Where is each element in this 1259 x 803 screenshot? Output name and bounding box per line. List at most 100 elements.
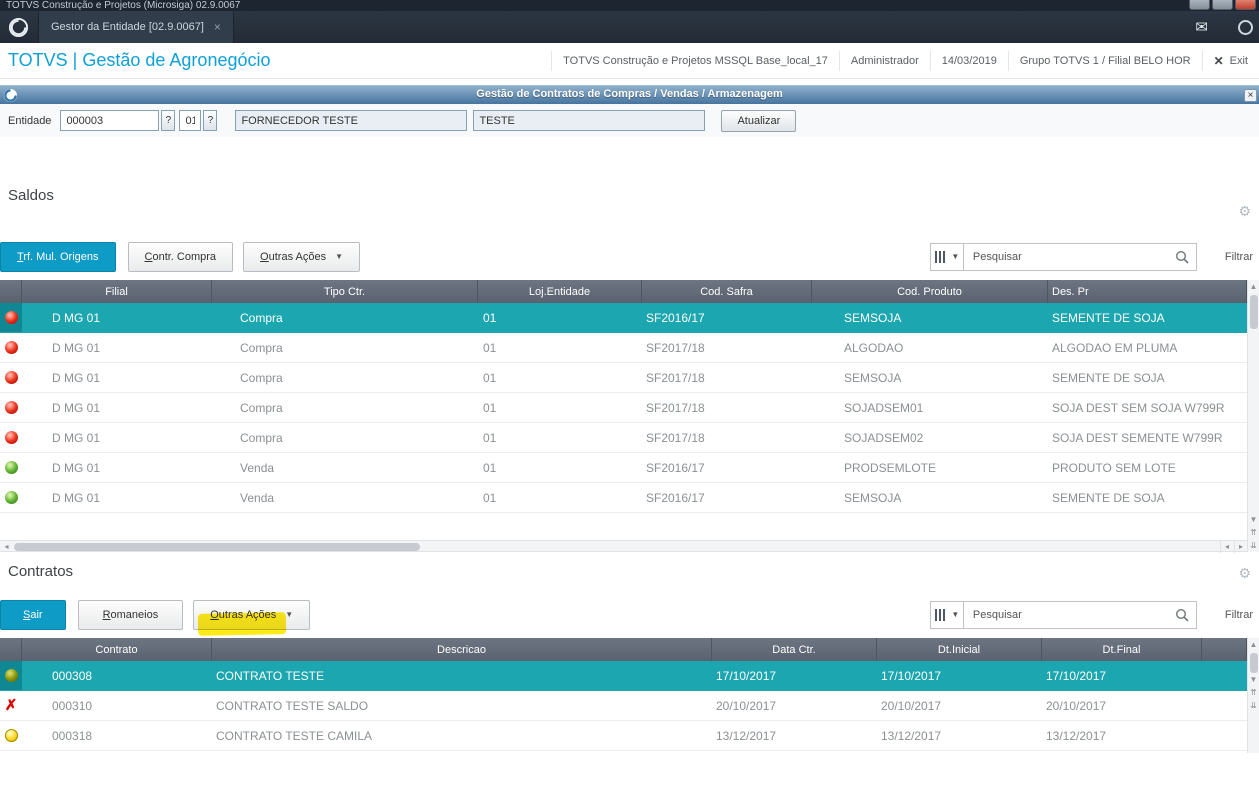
status-cell (0, 691, 22, 720)
romaneios-button[interactable]: Romaneios (77, 599, 184, 630)
saldos-row[interactable]: D MG 01 Compra 01 SF2017/18 ALGODAO ALGO… (0, 333, 1247, 363)
sair-label: Sair (23, 608, 43, 621)
columns-icon (939, 250, 942, 263)
saldos-row[interactable]: D MG 01 Venda 01 SF2016/17 SEMSOJA SEMEN… (0, 483, 1247, 513)
saldos-columns-picker-button[interactable]: ▼ (929, 242, 964, 271)
saldos-row[interactable]: D MG 01 Compra 01 SF2017/18 SOJADSEM01 S… (0, 393, 1247, 423)
window-titlebar: TOTVS Construção e Projetos (Microsiga) … (0, 0, 1259, 11)
header-cod-produto[interactable]: Cod. Produto (812, 280, 1048, 303)
app-header: TOTVS | Gestão de Agronegócio TOTVS Cons… (0, 43, 1259, 79)
contratos-filter-link[interactable]: Filtrar (1225, 609, 1253, 621)
sair-button[interactable]: Sair (0, 599, 66, 630)
tab-gestor-da-entidade[interactable]: Gestor da Entidade [02.9.0067] × (38, 11, 234, 43)
entity-code-input[interactable] (60, 110, 160, 131)
scroll-up-icon[interactable]: ▲ (1248, 638, 1259, 651)
contr-compra-button[interactable]: Contr. Compra (127, 241, 234, 272)
contratos-vertical-scrollbar[interactable]: ▲ ▼ ⇈ ⇊ (1247, 638, 1259, 753)
header-loj-entidade[interactable]: Loj.Entidade (478, 280, 642, 303)
profile-icon[interactable] (1238, 19, 1253, 35)
saldos-outras-acoes-button[interactable]: Outras Ações ▼ (243, 241, 361, 272)
header-descricao[interactable]: Descricao (212, 638, 712, 661)
cell-safra: SF2016/17 (646, 310, 705, 325)
scrollbar-thumb[interactable] (1249, 295, 1258, 329)
refresh-button[interactable]: Atualizar (721, 109, 797, 132)
saldos-settings-gear-icon[interactable]: ⚙ (1238, 203, 1251, 220)
header-data-ctr[interactable]: Data Ctr. (712, 638, 877, 661)
cell-loja: 01 (483, 460, 497, 475)
saldos-row[interactable]: D MG 01 Compra 01 SF2016/17 SEMSOJA SEME… (0, 303, 1247, 333)
saldos-row[interactable]: D MG 01 Venda 01 SF2016/17 PRODSEMLOTE P… (0, 453, 1247, 483)
maximize-button[interactable] (1212, 0, 1233, 10)
header-dt-inicial[interactable]: Dt.Inicial (877, 638, 1042, 661)
contratos-search-input[interactable] (962, 600, 1197, 629)
dialog-title: Gestão de Contratos de Compras / Vendas … (476, 88, 783, 100)
search-icon[interactable] (1175, 250, 1189, 264)
contratos-columns-picker-button[interactable]: ▼ (929, 600, 964, 629)
saldos-vertical-scrollbar[interactable]: ▲ ▼ ⇈ ⇊ (1247, 280, 1259, 552)
cell-filler (1202, 721, 1247, 750)
header-contrato[interactable]: Contrato (22, 638, 212, 661)
scroll-down-icon[interactable]: ▼ (1248, 673, 1259, 686)
scroll-left-icon[interactable]: ◂ (0, 541, 13, 553)
status-cell (0, 423, 22, 452)
cell-filial: D MG 01 (52, 310, 101, 325)
chevron-down-icon: ▼ (951, 610, 960, 619)
scrollbar-thumb[interactable] (14, 543, 420, 551)
scroll-pageup-icon[interactable]: ⇈ (1248, 526, 1259, 539)
saldos-filter-link[interactable]: Filtrar (1225, 251, 1253, 263)
status-ball-icon (4, 729, 18, 742)
scrollbar-thumb[interactable] (1249, 653, 1258, 673)
exit-button[interactable]: ✕ Exit (1201, 50, 1259, 71)
header-dt-final[interactable]: Dt.Final (1042, 638, 1202, 661)
columns-icon (935, 608, 938, 621)
tab-bar: Gestor da Entidade [02.9.0067] × ✉ (0, 11, 1259, 43)
minimize-button[interactable] (1189, 0, 1210, 10)
header-filler (1202, 638, 1247, 661)
user-info: Administrador (838, 50, 930, 71)
cell-produto: SEMSOJA (844, 310, 902, 325)
header-tipo-ctr[interactable]: Tipo Ctr. (212, 280, 478, 303)
saldos-search-input[interactable] (962, 242, 1197, 271)
close-button[interactable] (1235, 0, 1256, 10)
trf-mul-origens-button[interactable]: Trf. Mul. Origens (0, 241, 116, 272)
cell-loja: 01 (483, 340, 497, 355)
status-cell (0, 303, 22, 332)
dialog-close-icon[interactable]: × (1244, 89, 1257, 102)
scroll-pageup-icon[interactable]: ⇈ (1248, 686, 1259, 699)
saldos-row[interactable]: D MG 01 Compra 01 SF2017/18 SOJADSEM02 S… (0, 423, 1247, 453)
scroll-down-icon[interactable]: ▼ (1248, 513, 1259, 526)
contratos-outras-acoes-button[interactable]: Outras Ações ▼ (193, 599, 311, 636)
status-ball-icon (4, 311, 18, 324)
cell-filial: D MG 01 (52, 370, 101, 385)
store-lookup-button[interactable]: ? (203, 110, 218, 131)
tab-close-icon[interactable]: × (214, 20, 221, 34)
contratos-row[interactable]: 000308 CONTRATO TESTE 17/10/2017 17/10/2… (0, 661, 1247, 691)
header-des-produto[interactable]: Des. Pr (1048, 280, 1247, 303)
header-cod-safra[interactable]: Cod. Safra (642, 280, 812, 303)
scroll-up-icon[interactable]: ▲ (1248, 280, 1259, 293)
scroll-pagedown-icon[interactable]: ⇊ (1248, 539, 1259, 552)
contratos-row[interactable]: 000310 CONTRATO TESTE SALDO 20/10/2017 2… (0, 691, 1247, 721)
header-status (0, 638, 22, 661)
status-ball-icon (4, 401, 18, 414)
scroll-pagedown-icon[interactable]: ⇊ (1248, 699, 1259, 712)
saldos-horizontal-scrollbar[interactable]: ◂ ◂ ▸ (0, 540, 1247, 553)
status-x-icon (4, 699, 19, 712)
cell-dt-final: 20/10/2017 (1046, 698, 1107, 713)
mail-icon[interactable]: ✉ (1195, 18, 1208, 36)
cell-descricao: CONTRATO TESTE (216, 668, 325, 683)
store-code-input[interactable] (179, 110, 202, 131)
contratos-row[interactable]: 000318 CONTRATO TESTE CAMILA 13/12/2017 … (0, 721, 1247, 751)
cell-loja: 01 (483, 310, 497, 325)
cell-descricao: ALGODAO EM PLUMA (1052, 340, 1178, 355)
contratos-settings-gear-icon[interactable]: ⚙ (1238, 565, 1251, 582)
cell-filial: D MG 01 (52, 490, 101, 505)
scroll-right-icon[interactable]: ▸ (1234, 541, 1247, 553)
search-icon[interactable] (1175, 608, 1189, 622)
cell-filial: D MG 01 (52, 400, 101, 415)
header-filial[interactable]: Filial (22, 280, 212, 303)
scroll-left-icon[interactable]: ◂ (1220, 541, 1233, 553)
saldos-row[interactable]: D MG 01 Compra 01 SF2017/18 SEMSOJA SEME… (0, 363, 1247, 393)
cell-produto: PRODSEMLOTE (844, 460, 937, 475)
entity-lookup-button[interactable]: ? (161, 110, 176, 131)
